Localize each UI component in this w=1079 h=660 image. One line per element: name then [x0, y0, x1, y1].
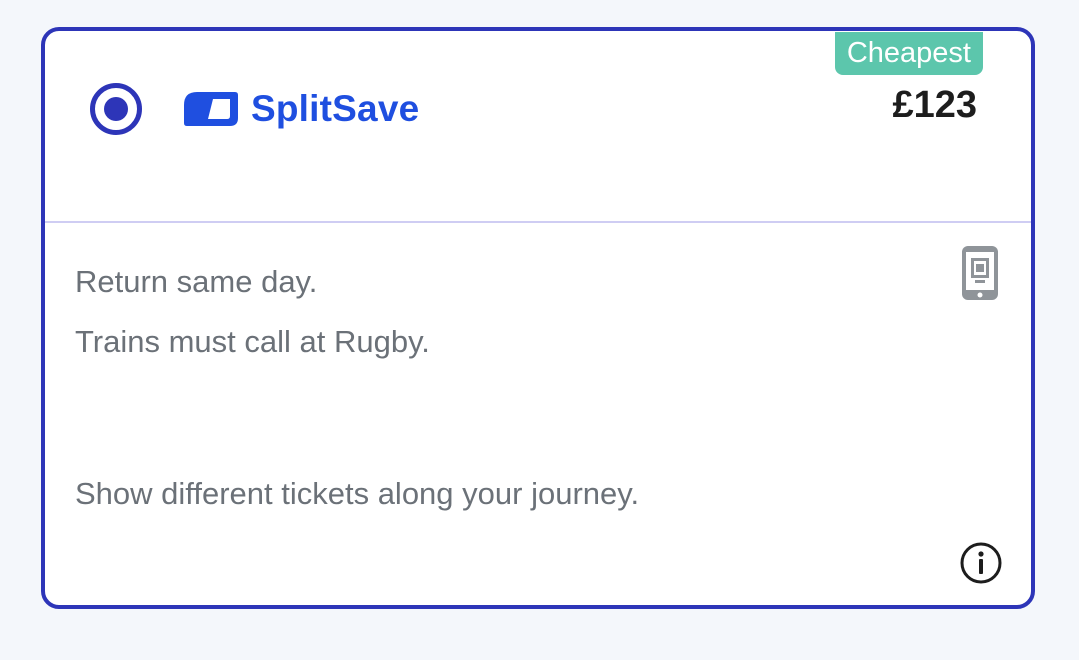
brand-name: SplitSave	[251, 88, 420, 129]
radio-dot	[104, 97, 128, 121]
cheapest-badge: Cheapest	[834, 32, 983, 75]
splitsave-logo-icon	[184, 92, 238, 126]
radio-selected-icon[interactable]	[90, 83, 142, 135]
split-tickets-link[interactable]: Show different tickets along your journe…	[75, 476, 639, 512]
mobile-ticket-icon	[962, 246, 998, 300]
ticket-price: £123	[892, 84, 977, 126]
ticket-option-card[interactable]: SplitSave Cheapest £123 Return same day.…	[41, 27, 1035, 609]
info-icon[interactable]	[959, 541, 1003, 585]
detail-return-same-day: Return same day.	[75, 264, 318, 299]
brand: SplitSave	[183, 87, 419, 131]
detail-call-at-station: Trains must call at Rugby.	[75, 324, 430, 359]
ticket-option-header: SplitSave Cheapest £123	[45, 31, 1031, 223]
